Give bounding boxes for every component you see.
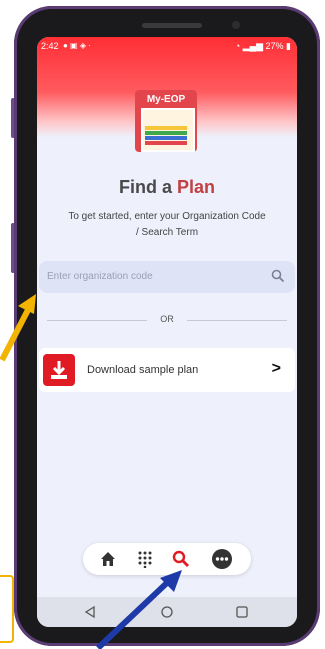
logo-stripe — [145, 131, 187, 135]
battery-level: 27% — [265, 41, 284, 51]
title-plan: Plan — [176, 177, 215, 197]
signal-icon: ▂▄▆ — [242, 41, 263, 51]
logo-stripe — [145, 141, 187, 145]
annotation-arrow-blue — [95, 570, 182, 649]
earpiece-speaker — [142, 23, 202, 28]
notification-icons: ● ▣ ◈ · — [63, 41, 91, 50]
home-icon[interactable] — [99, 550, 117, 568]
search-field[interactable]: Enter organization code — [39, 261, 295, 293]
recents-icon[interactable] — [235, 605, 249, 619]
search-input[interactable]: Enter organization code — [47, 271, 153, 282]
status-right: ◔ ▂▄▆ 27% ▮ — [235, 41, 291, 52]
logo-text: My-EOP — [137, 92, 195, 108]
status-bar: 2:42 ● ▣ ◈ · ◔ ▂▄▆ 27% ▮ — [37, 37, 297, 55]
keypad-icon[interactable] — [136, 550, 154, 568]
logo-stripe — [145, 126, 187, 130]
download-sample-plan-button[interactable]: Download sample plan > — [39, 348, 295, 392]
more-icon[interactable] — [211, 548, 233, 570]
app-logo: My-EOP — [135, 90, 197, 152]
chevron-right-icon: > — [271, 360, 281, 377]
front-camera — [232, 21, 240, 29]
or-divider-text: OR — [147, 314, 187, 324]
search-nav-icon[interactable] — [172, 550, 190, 568]
download-sample-plan-label: Download sample plan — [87, 364, 199, 376]
annotation-box-yellow — [0, 575, 14, 643]
logo-stripe — [145, 136, 187, 140]
download-icon — [43, 354, 75, 386]
search-icon[interactable] — [271, 269, 285, 283]
page-title: Find a Plan — [37, 177, 297, 198]
alarm-icon: ◔ — [234, 41, 241, 51]
status-time: 2:42 — [41, 41, 59, 51]
title-find: Find a — [118, 177, 177, 197]
annotation-arrow-yellow — [0, 294, 36, 362]
page-subtitle: To get started, enter your Organization … — [68, 211, 266, 238]
logo-box — [141, 108, 195, 152]
app-screen: 2:42 ● ▣ ◈ · ◔ ▂▄▆ 27% ▮ My-EOP Find a P… — [37, 37, 297, 627]
battery-icon: ▮ — [286, 41, 291, 51]
